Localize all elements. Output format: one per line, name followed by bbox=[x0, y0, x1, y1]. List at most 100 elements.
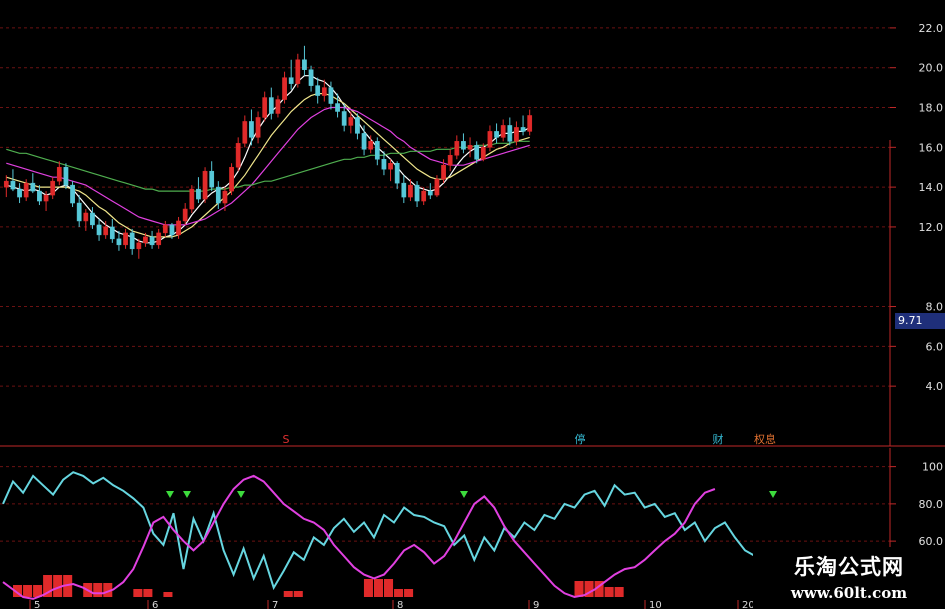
candle-body bbox=[421, 190, 427, 202]
candle bbox=[295, 53, 301, 88]
candle bbox=[156, 228, 162, 249]
candle-body bbox=[381, 159, 387, 170]
histogram-bar bbox=[404, 589, 414, 597]
candle-body bbox=[321, 87, 327, 96]
histogram-bar bbox=[133, 589, 143, 597]
histogram-bar bbox=[23, 585, 33, 597]
candle bbox=[388, 159, 393, 182]
candle-body bbox=[109, 226, 115, 240]
current-price-badge: 9.71 bbox=[895, 313, 945, 329]
candle bbox=[520, 115, 526, 136]
candle-body bbox=[262, 97, 268, 118]
oscillator-line bbox=[2, 471, 756, 591]
candle-body bbox=[215, 186, 221, 204]
candle-body bbox=[368, 141, 374, 150]
candle-body bbox=[182, 208, 188, 222]
candle-body bbox=[414, 184, 420, 202]
candle-body bbox=[37, 190, 42, 202]
histogram-bar bbox=[163, 592, 173, 597]
candle bbox=[414, 181, 420, 208]
panel-markers: S 停 财 权息 bbox=[283, 432, 776, 446]
candle-body bbox=[480, 147, 486, 160]
candle-body bbox=[315, 85, 321, 96]
candle bbox=[229, 163, 234, 196]
candle bbox=[202, 167, 208, 204]
candle bbox=[355, 113, 360, 140]
candle-body bbox=[275, 99, 281, 114]
signal-triangle-icon bbox=[166, 491, 174, 498]
candle bbox=[447, 149, 453, 172]
histogram-bar bbox=[293, 591, 303, 597]
candle-body bbox=[235, 143, 241, 168]
candle-body bbox=[176, 220, 181, 236]
candle-body bbox=[514, 127, 519, 142]
candle bbox=[507, 117, 513, 146]
candle bbox=[3, 175, 9, 198]
candle-body bbox=[308, 69, 314, 86]
candle bbox=[30, 173, 36, 194]
oscillator-line bbox=[2, 474, 716, 600]
candle-body bbox=[374, 141, 380, 160]
candle bbox=[527, 109, 533, 136]
candle-body bbox=[162, 224, 168, 234]
candle-body bbox=[302, 59, 307, 70]
candle-body bbox=[328, 87, 334, 104]
histogram-bar bbox=[373, 579, 384, 597]
histogram-bar bbox=[283, 591, 293, 597]
candle bbox=[262, 91, 268, 122]
candle bbox=[96, 218, 102, 241]
date-axis: 5 6 7 8 9 10 20 bbox=[29, 600, 755, 609]
candle-body bbox=[527, 115, 533, 132]
candle bbox=[123, 228, 128, 249]
candle bbox=[109, 218, 115, 243]
candle bbox=[401, 175, 407, 204]
panel-marker: S bbox=[283, 433, 290, 446]
signal-triangle-icon bbox=[769, 491, 777, 498]
candle bbox=[189, 185, 195, 213]
candle bbox=[500, 119, 506, 142]
candle-body bbox=[487, 131, 493, 148]
candle bbox=[394, 161, 400, 190]
candle-body bbox=[507, 125, 513, 142]
date-label: 9 bbox=[533, 600, 539, 609]
candle-body bbox=[63, 166, 69, 186]
candle-body bbox=[394, 162, 400, 184]
price-tick-label: 6.0 bbox=[926, 340, 944, 353]
watermark-url: www.60lt.com bbox=[790, 584, 908, 602]
histogram-bar bbox=[384, 579, 394, 597]
candle-body bbox=[434, 178, 440, 196]
candle-body bbox=[56, 166, 62, 182]
candle-body bbox=[202, 170, 208, 200]
candle bbox=[235, 137, 241, 172]
osc-tick-label: 80.0 bbox=[919, 498, 944, 511]
candle-body bbox=[23, 182, 29, 198]
candle bbox=[209, 161, 215, 192]
price-axis: 22.0 20.0 18.0 16.0 14.0 12.0 8.0 6.0 4.0 100 80.0… bbox=[889, 22, 944, 600]
date-label: 10 bbox=[649, 600, 662, 609]
candle bbox=[282, 71, 287, 104]
price-tick-label: 22.0 bbox=[919, 22, 944, 35]
candle-body bbox=[255, 117, 261, 138]
candle-body bbox=[30, 182, 36, 192]
candle bbox=[302, 45, 307, 76]
panel-marker: 权息 bbox=[754, 432, 776, 446]
candle bbox=[487, 125, 493, 152]
panel-marker: 停 bbox=[575, 432, 586, 446]
candle bbox=[242, 115, 248, 148]
price-tick-label: 14.0 bbox=[919, 181, 944, 194]
candle bbox=[63, 163, 69, 190]
candle bbox=[308, 65, 314, 92]
candle-body bbox=[441, 164, 446, 180]
candle bbox=[467, 137, 473, 158]
candle-body bbox=[222, 190, 228, 204]
candle-body bbox=[427, 190, 433, 196]
candle-body bbox=[335, 103, 340, 112]
candle-body bbox=[288, 77, 294, 84]
candle-body bbox=[249, 121, 254, 138]
candle-body bbox=[76, 202, 82, 222]
candle-body bbox=[90, 212, 95, 226]
candle-body bbox=[500, 125, 506, 138]
candle bbox=[268, 87, 274, 120]
candle-body bbox=[149, 236, 155, 246]
candle-body bbox=[96, 224, 102, 236]
